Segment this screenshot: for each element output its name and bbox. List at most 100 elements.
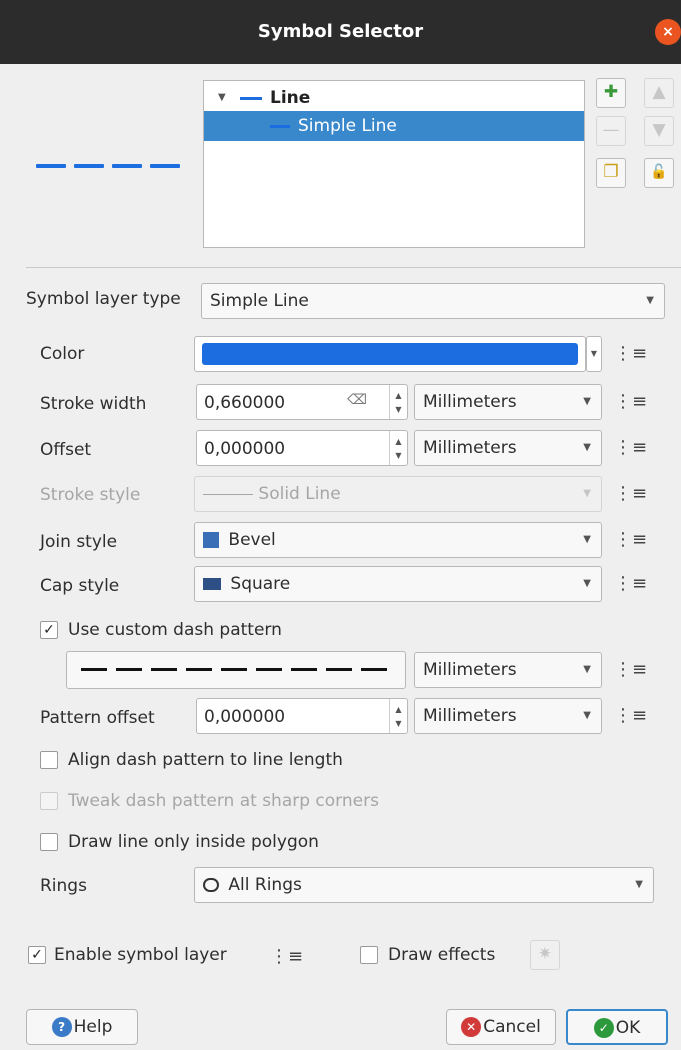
- chevron-down-icon: ▼: [583, 534, 591, 545]
- cancel-button[interactable]: ✕ Cancel: [446, 1009, 556, 1045]
- move-up-button[interactable]: ▲: [644, 78, 674, 108]
- join-style-label: Join style: [40, 532, 118, 552]
- offset-label: Offset: [40, 440, 92, 460]
- tree-item-label: Simple Line: [298, 116, 397, 136]
- dash-pattern-preview: [81, 668, 393, 671]
- spin-arrows-icon[interactable]: ▲ ▼: [389, 699, 407, 733]
- enable-layer-checkbox[interactable]: ✓: [28, 946, 46, 964]
- data-defined-override-icon[interactable]: ⋮≡: [614, 481, 647, 507]
- chevron-down-icon: ▼: [635, 879, 643, 890]
- chevron-down-icon: ▼: [583, 664, 591, 675]
- help-button[interactable]: ? Help: [26, 1009, 138, 1045]
- bevel-join-icon: [203, 532, 219, 548]
- join-style-select[interactable]: Bevel ▼: [194, 522, 602, 558]
- data-defined-override-icon[interactable]: ⋮≡: [614, 435, 647, 461]
- effects-star-icon[interactable]: ✷: [530, 940, 560, 970]
- color-label: Color: [40, 344, 85, 364]
- divider: [26, 267, 681, 268]
- help-icon: ?: [51, 1017, 72, 1037]
- symbol-layer-type-value: Simple Line: [210, 291, 309, 311]
- dash-pattern-button[interactable]: [66, 651, 406, 689]
- offset-unit-select[interactable]: Millimeters ▼: [414, 430, 602, 466]
- data-defined-override-icon[interactable]: ⋮≡: [270, 944, 303, 970]
- data-defined-override-icon[interactable]: ⋮≡: [614, 341, 647, 367]
- pattern-offset-label: Pattern offset: [40, 708, 155, 728]
- rings-select[interactable]: All Rings ▼: [194, 867, 654, 903]
- close-button[interactable]: ×: [655, 19, 681, 45]
- stroke-style-value: Solid Line: [258, 484, 341, 504]
- pattern-offset-unit-select[interactable]: Millimeters ▼: [414, 698, 602, 734]
- data-defined-override-icon[interactable]: ⋮≡: [614, 571, 647, 597]
- spin-arrows-icon[interactable]: ▲ ▼: [389, 385, 407, 419]
- inside-polygon-label: Draw line only inside polygon: [68, 832, 319, 852]
- data-defined-override-icon[interactable]: ⋮≡: [614, 389, 647, 415]
- stroke-width-input[interactable]: 0,660000 ⌫ ▲ ▼: [196, 384, 408, 420]
- custom-dash-label: Use custom dash pattern: [68, 620, 282, 640]
- ok-button[interactable]: ✓ OK: [566, 1009, 668, 1045]
- color-button[interactable]: [194, 336, 586, 372]
- inside-polygon-checkbox[interactable]: [40, 833, 58, 851]
- pattern-offset-unit: Millimeters: [423, 706, 517, 726]
- stroke-style-select[interactable]: Solid Line ▼: [194, 476, 602, 512]
- rings-icon: [203, 878, 219, 892]
- rings-value: All Rings: [228, 875, 302, 895]
- dash-unit: Millimeters: [423, 660, 517, 680]
- remove-layer-button[interactable]: —: [596, 116, 626, 146]
- align-dash-label: Align dash pattern to line length: [68, 750, 343, 770]
- chevron-down-icon: ▼: [583, 710, 591, 721]
- offset-input[interactable]: 0,000000 ▲ ▼: [196, 430, 408, 466]
- color-dropdown-button[interactable]: ▼: [586, 336, 602, 372]
- chevron-down-icon: ▼: [583, 396, 591, 407]
- line-symbol-icon: [240, 97, 262, 100]
- enable-layer-label: Enable symbol layer: [54, 945, 227, 965]
- tree-item-line[interactable]: ▼ Line: [204, 83, 584, 113]
- draw-effects-checkbox[interactable]: [360, 946, 378, 964]
- tree-item-label: Line: [270, 88, 311, 108]
- draw-effects-label: Draw effects: [388, 945, 496, 965]
- help-label: Help: [73, 1017, 113, 1037]
- custom-dash-checkbox[interactable]: ✓: [40, 621, 58, 639]
- ok-icon: ✓: [593, 1018, 614, 1038]
- stroke-width-value: 0,660000: [204, 393, 286, 413]
- pattern-offset-input[interactable]: 0,000000 ▲ ▼: [196, 698, 408, 734]
- add-layer-button[interactable]: ✚: [596, 78, 626, 108]
- stroke-width-unit: Millimeters: [423, 392, 517, 412]
- ok-label: OK: [615, 1018, 641, 1038]
- symbol-preview: [36, 164, 186, 170]
- preview-dash: [36, 164, 66, 168]
- tweak-dash-label: Tweak dash pattern at sharp corners: [68, 791, 379, 811]
- chevron-down-icon: ▼: [583, 442, 591, 453]
- data-defined-override-icon[interactable]: ⋮≡: [614, 703, 647, 729]
- preview-dash: [74, 164, 104, 168]
- offset-value: 0,000000: [204, 439, 286, 459]
- tree-item-simple-line[interactable]: Simple Line: [204, 111, 584, 141]
- stroke-width-unit-select[interactable]: Millimeters ▼: [414, 384, 602, 420]
- align-dash-checkbox[interactable]: [40, 751, 58, 769]
- spin-arrows-icon[interactable]: ▲ ▼: [389, 431, 407, 465]
- symbol-layer-type-label: Symbol layer type: [26, 289, 181, 309]
- cancel-label: Cancel: [483, 1017, 541, 1037]
- square-cap-icon: [203, 578, 221, 590]
- symbol-layer-tree[interactable]: ▼ Line Simple Line: [203, 80, 585, 248]
- window-title: Symbol Selector: [257, 21, 424, 42]
- tweak-dash-checkbox[interactable]: [40, 792, 58, 810]
- cap-style-select[interactable]: Square ▼: [194, 566, 602, 602]
- cancel-icon: ✕: [461, 1017, 482, 1037]
- data-defined-override-icon[interactable]: ⋮≡: [614, 657, 647, 683]
- data-defined-override-icon[interactable]: ⋮≡: [614, 527, 647, 553]
- offset-unit: Millimeters: [423, 438, 517, 458]
- duplicate-layer-button[interactable]: ❐: [596, 158, 626, 188]
- cap-style-label: Cap style: [40, 576, 120, 596]
- chevron-down-icon: ▼: [583, 578, 591, 589]
- lock-icon[interactable]: 🔓: [644, 158, 674, 188]
- symbol-layer-type-select[interactable]: Simple Line ▼: [201, 283, 665, 319]
- tree-expand-icon[interactable]: ▼: [218, 83, 226, 113]
- move-down-button[interactable]: ▼: [644, 116, 674, 146]
- clear-icon[interactable]: ⌫: [347, 392, 367, 408]
- chevron-down-icon: ▼: [646, 295, 654, 306]
- preview-dash: [150, 164, 180, 168]
- stroke-style-label: Stroke style: [40, 485, 141, 505]
- dash-unit-select[interactable]: Millimeters ▼: [414, 652, 602, 688]
- solid-line-icon: [203, 493, 253, 495]
- cap-style-value: Square: [230, 574, 291, 594]
